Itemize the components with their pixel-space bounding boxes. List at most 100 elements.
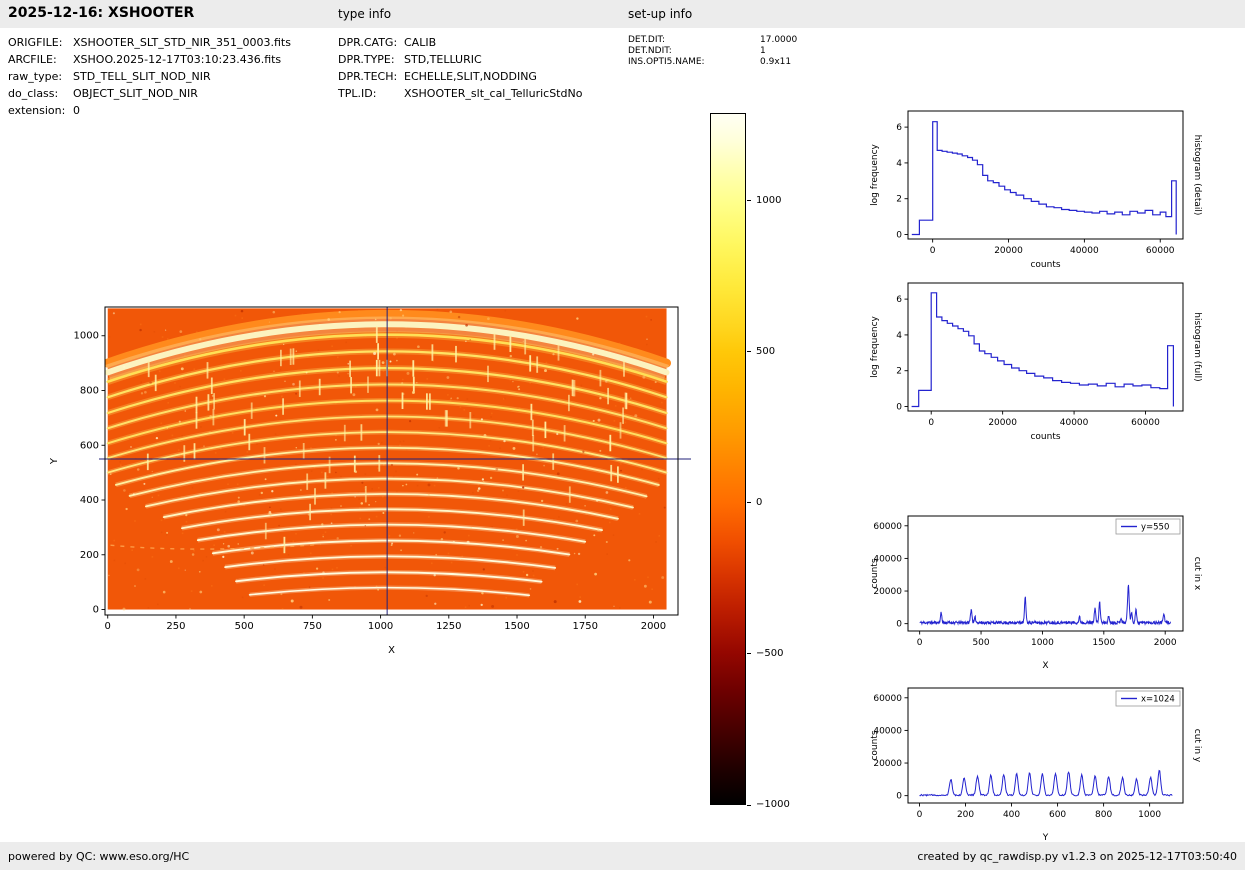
cut-line <box>919 769 1173 797</box>
y-axis-label: Y <box>49 457 60 465</box>
info-value: 0.9x11 <box>760 57 792 67</box>
svg-text:2: 2 <box>896 195 902 205</box>
svg-text:750: 750 <box>303 621 322 632</box>
svg-text:200: 200 <box>80 550 99 561</box>
info-label: DPR.CATG: <box>338 36 398 49</box>
svg-text:1250: 1250 <box>436 621 461 632</box>
info-value: 0 <box>73 104 80 117</box>
info-label: DET.DIT: <box>628 35 666 45</box>
svg-text:40000: 40000 <box>1060 418 1089 428</box>
info-value: CALIB <box>404 36 437 49</box>
svg-text:1000: 1000 <box>74 331 99 342</box>
svg-text:1000: 1000 <box>1031 638 1054 648</box>
svg-text:800: 800 <box>80 386 99 397</box>
footer-left-text: powered by QC: www.eso.org/HC <box>8 849 190 863</box>
x-axis-label: counts <box>1030 432 1060 442</box>
svg-text:2000: 2000 <box>1154 638 1177 648</box>
svg-text:800: 800 <box>1095 810 1112 820</box>
svg-text:20000: 20000 <box>994 246 1023 256</box>
histogram-full-plot: 0 20000 40000 60000 0 2 4 6 counts log frequency h… <box>870 282 1202 442</box>
info-row-arcfile: ARCFILE: XSHOO.2025-12-17T03:10:23.436.fi… <box>8 51 291 68</box>
info-label: DET.NDIT: <box>628 46 672 56</box>
type-info-list: DPR.CATG: CALIB DPR.TYPE: STD,TELLURIC DPR… <box>338 34 582 102</box>
svg-text:1750: 1750 <box>573 621 598 632</box>
file-info-list: ORIGFILE: XSHOOTER_SLT_STD_NIR_351_0003.f… <box>8 34 291 119</box>
svg-text:600: 600 <box>80 440 99 451</box>
footer-bar: powered by QC: www.eso.org/HC created by… <box>0 842 1245 870</box>
svg-text:200: 200 <box>957 810 974 820</box>
setup-info-list: DET.DIT: 17.0000 DET.NDIT: 1 INS.OPTI5.NAM… <box>628 35 797 68</box>
colorbar-tick-label: 500 <box>756 345 776 357</box>
svg-text:500: 500 <box>235 621 254 632</box>
svg-text:1000: 1000 <box>368 621 393 632</box>
right-side-label: cut in x <box>1192 557 1202 591</box>
svg-text:0: 0 <box>93 605 99 616</box>
info-value: XSHOO.2025-12-17T03:10:23.436.fits <box>73 53 282 66</box>
info-row-dpr-catg: DPR.CATG: CALIB <box>338 34 582 51</box>
y-axis-label: log frequency <box>870 143 880 205</box>
info-label: raw_type: <box>8 70 63 83</box>
info-value: ECHELLE,SLIT,NODDING <box>404 70 537 83</box>
info-row-extension: extension: 0 <box>8 102 291 119</box>
info-row-det-ndit: DET.NDIT: 1 <box>628 46 797 57</box>
colorbar-tick-label: 0 <box>756 496 763 508</box>
cut-in-x-plot: 0 500 1000 1500 20000200004000060000Xcounts c… <box>870 515 1202 671</box>
info-label: TPL.ID: <box>338 87 377 100</box>
svg-text:1500: 1500 <box>504 621 529 632</box>
legend-label: y=550 <box>1141 523 1169 533</box>
info-value: OBJECT_SLIT_NOD_NIR <box>73 87 198 100</box>
colorbar-tick-label: −1000 <box>756 799 790 810</box>
colorbar-tick <box>747 502 751 504</box>
colorbar-tick <box>747 653 751 655</box>
qc-report-page: 2025-12-16: XSHOOTER type info set-up in… <box>0 0 1245 870</box>
info-value: XSHOOTER_SLT_STD_NIR_351_0003.fits <box>73 36 291 49</box>
x-axis-label: X <box>388 645 395 656</box>
type-info-heading: type info <box>338 7 392 21</box>
x-axis-label: X <box>1042 661 1048 671</box>
info-label: INS.OPTI5.NAME: <box>628 57 705 67</box>
legend: y=550 <box>1115 518 1181 535</box>
svg-text:500: 500 <box>972 638 989 648</box>
cut-line <box>919 584 1171 627</box>
page-title: 2025-12-16: XSHOOTER <box>8 5 195 21</box>
svg-text:2000: 2000 <box>641 621 666 632</box>
svg-text:0: 0 <box>917 810 923 820</box>
histogram-detail-plot: 0 20000 40000 60000 0 2 4 6 counts log frequency h… <box>870 110 1202 270</box>
svg-text:0: 0 <box>896 231 902 241</box>
svg-text:0: 0 <box>896 620 902 630</box>
svg-text:6: 6 <box>896 295 902 305</box>
colorbar-tick <box>747 351 751 353</box>
right-side-label: histogram (detail) <box>1192 135 1202 216</box>
info-row-ins-opti5: INS.OPTI5.NAME: 0.9x11 <box>628 57 797 68</box>
right-side-label: histogram (full) <box>1192 312 1202 381</box>
info-row-det-dit: DET.DIT: 17.0000 <box>628 35 797 46</box>
svg-text:20000: 20000 <box>988 418 1017 428</box>
info-row-dpr-type: DPR.TYPE: STD,TELLURIC <box>338 51 582 68</box>
svg-text:60000: 60000 <box>873 694 902 704</box>
axes: 0 20000 40000 60000 0 2 4 6 counts log frequency h… <box>870 295 1202 442</box>
svg-text:1500: 1500 <box>1092 638 1115 648</box>
axes: 0 200 400 600 800 10000200004000060000Ycounts… <box>870 694 1202 843</box>
svg-text:400: 400 <box>1003 810 1020 820</box>
info-value: 1 <box>760 46 766 56</box>
info-value: STD,TELLURIC <box>404 53 482 66</box>
svg-text:0: 0 <box>896 403 902 413</box>
plot-border <box>907 110 1184 240</box>
info-row-origfile: ORIGFILE: XSHOOTER_SLT_STD_NIR_351_0003.f… <box>8 34 291 51</box>
histogram-line <box>911 292 1174 408</box>
svg-text:0: 0 <box>896 792 902 802</box>
colorbar-tick-label: 1000 <box>756 194 782 206</box>
info-value: XSHOOTER_slt_cal_TelluricStdNo <box>404 87 583 100</box>
svg-text:2: 2 <box>896 367 902 377</box>
info-label: ORIGFILE: <box>8 36 63 49</box>
svg-text:4: 4 <box>896 331 902 341</box>
info-value: STD_TELL_SLIT_NOD_NIR <box>73 70 211 83</box>
colorbar-tick <box>747 200 751 202</box>
info-label: DPR.TYPE: <box>338 53 395 66</box>
info-row-raw-type: raw_type: STD_TELL_SLIT_NOD_NIR <box>8 68 291 85</box>
svg-text:0: 0 <box>930 246 936 256</box>
svg-text:6: 6 <box>896 123 902 133</box>
y-axis-label: log frequency <box>870 315 880 377</box>
colorbar-tick-label: −500 <box>756 647 784 659</box>
legend: x=1024 <box>1115 690 1181 707</box>
